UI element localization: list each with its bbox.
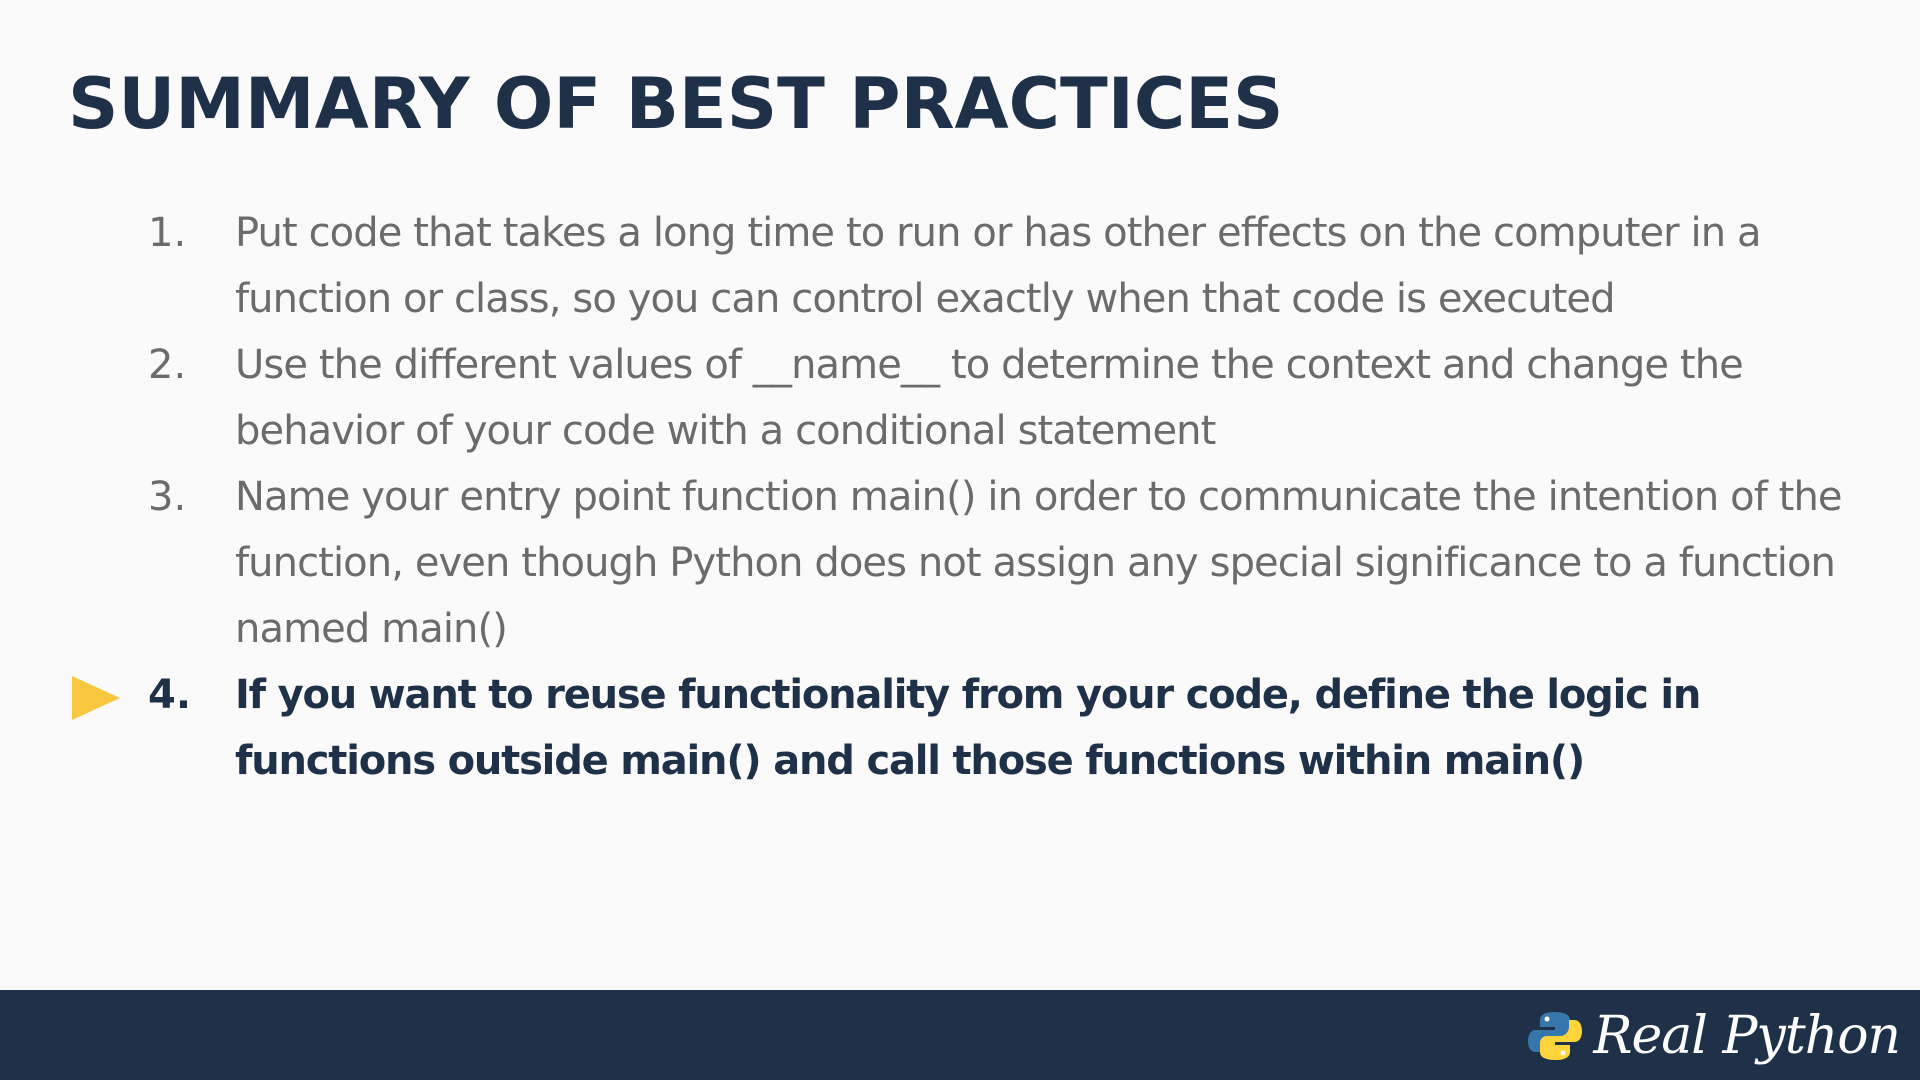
item-number: 1. <box>148 210 187 256</box>
list-item: 1. Put code that takes a long time to ru… <box>0 200 1920 332</box>
slide: SUMMARY OF BEST PRACTICES 1. Put code th… <box>0 0 1920 1080</box>
best-practices-list: 1. Put code that takes a long time to ru… <box>0 200 1920 794</box>
current-item-arrow-icon <box>72 676 120 720</box>
slide-title: SUMMARY OF BEST PRACTICES <box>68 63 1284 145</box>
list-item: 2. Use the different values of __name__ … <box>0 332 1920 464</box>
item-text: Use the different values of __name__ to … <box>235 342 1744 454</box>
item-number: 2. <box>148 342 187 388</box>
item-text: Name your entry point function main() in… <box>235 474 1843 652</box>
item-number: 3. <box>148 474 187 520</box>
footer-bar: Real Python <box>0 990 1920 1080</box>
list-item-active: 4. If you want to reuse functionality fr… <box>0 662 1920 794</box>
logo-text: Real Python <box>1593 1006 1901 1066</box>
python-logo-icon <box>1528 1012 1583 1060</box>
real-python-logo: Real Python <box>1527 998 1901 1074</box>
item-text: If you want to reuse functionality from … <box>235 672 1701 784</box>
item-text: Put code that takes a long time to run o… <box>235 210 1762 322</box>
list-item: 3. Name your entry point function main()… <box>0 464 1920 662</box>
item-number: 4. <box>148 672 192 718</box>
